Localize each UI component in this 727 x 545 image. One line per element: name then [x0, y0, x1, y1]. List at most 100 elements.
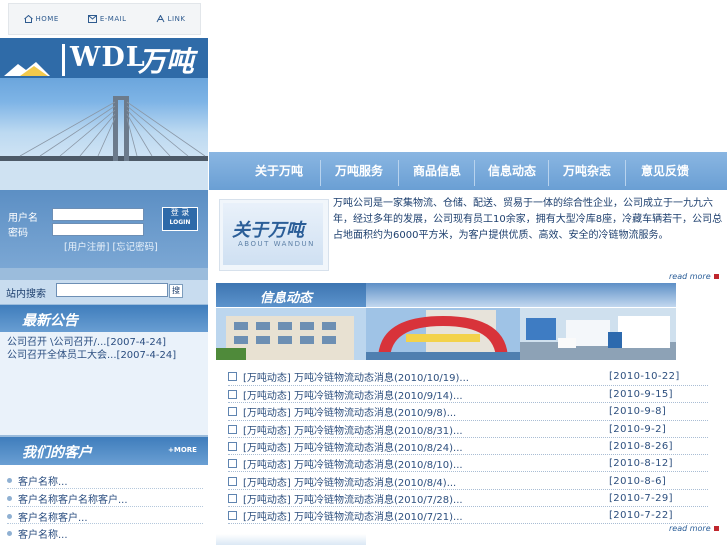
photo-market-arch	[366, 308, 520, 360]
news-item-title: [万吨动态] 万吨冷链物流动态消息(2010/7/21)...	[243, 512, 463, 523]
photo-building	[216, 308, 366, 360]
news-bullet-icon	[228, 372, 237, 381]
news-item-title: [万吨动态] 万吨冷链物流动态消息(2010/8/24)...	[243, 443, 463, 454]
login-button[interactable]: 登 录 LOGIN	[162, 207, 198, 231]
bullet-icon	[7, 496, 12, 501]
nav-magazine[interactable]: 万吨杂志	[550, 158, 624, 184]
news-heading: 信息动态	[260, 291, 313, 306]
news-bullet-icon	[228, 459, 237, 468]
news-item[interactable]: [万吨动态] 万吨冷链物流动态消息(2010/9/14)... [2010-9-1…	[228, 386, 708, 403]
news-item-date: [2010-8-12]	[609, 458, 673, 469]
search-label: 站内搜索	[6, 289, 46, 300]
read-more-label: read more	[669, 524, 711, 533]
photo-trucks	[520, 308, 676, 360]
divider	[7, 506, 203, 507]
divider	[7, 488, 203, 489]
news-item-date: [2010-9-8]	[609, 406, 667, 417]
notice-item[interactable]: 公司召开全体员工大会...[2007-4-24]	[7, 346, 176, 361]
news-item-title: [万吨动态] 万吨冷链物流动态消息(2010/8/4)...	[243, 478, 457, 489]
client-item[interactable]: 客户名称客户...	[7, 509, 88, 524]
link-link-label: LINK	[167, 15, 186, 23]
client-item-label: 客户名称...	[18, 530, 68, 541]
bullet-icon	[7, 478, 12, 483]
nav-separator	[548, 160, 549, 186]
account-links: [用户注册] [忘记密码]	[64, 239, 158, 253]
news-bullet-icon	[228, 494, 237, 503]
notice-header: 最新公告	[0, 305, 208, 333]
news-item[interactable]: [万吨动态] 万吨冷链物流动态消息(2010/8/4)... [2010-8-6]	[228, 473, 708, 490]
login-button-cn: 登 录	[170, 208, 190, 217]
nav-separator	[474, 160, 475, 186]
client-item-label: 客户名称...	[18, 477, 68, 488]
register-link[interactable]: [用户注册]	[64, 242, 109, 253]
search-button[interactable]: 搜	[169, 284, 183, 298]
clients-heading: 我们的客户	[22, 445, 92, 461]
news-item[interactable]: [万吨动态] 万吨冷链物流动态消息(2010/7/28)... [2010-7-2…	[228, 490, 708, 507]
client-item[interactable]: 客户名称...	[7, 526, 68, 541]
news-item-date: [2010-7-29]	[609, 493, 673, 504]
about-read-more[interactable]: read more	[669, 272, 719, 281]
nav-services[interactable]: 万吨服务	[322, 158, 396, 184]
clients-more-link[interactable]: +MORE	[168, 446, 197, 454]
logo-text-latin: WDL	[70, 42, 146, 73]
news-item-date: [2010-10-22]	[609, 371, 680, 382]
about-subtitle: ABOUT WANDUN	[238, 240, 315, 248]
about-title: 关于万吨	[232, 220, 304, 241]
nav-separator	[320, 160, 321, 186]
search-input[interactable]	[56, 283, 168, 297]
bullet-icon	[7, 531, 12, 536]
link-icon	[156, 15, 165, 23]
clients-header: 我们的客户 +MORE	[0, 437, 208, 465]
news-bullet-icon	[228, 442, 237, 451]
notice-heading: 最新公告	[22, 313, 78, 329]
news-bullet-icon	[228, 407, 237, 416]
home-icon	[23, 15, 33, 23]
read-more-label: read more	[669, 272, 711, 281]
password-label: 密码	[8, 228, 28, 239]
news-item[interactable]: [万吨动态] 万吨冷链物流动态消息(2010/7/21)... [2010-7-2…	[228, 507, 708, 524]
news-item-title: [万吨动态] 万吨冷链物流动态消息(2010/8/10)...	[243, 460, 463, 471]
read-more-icon	[713, 274, 719, 279]
nav-feedback[interactable]: 意见反馈	[627, 158, 703, 184]
nav-products[interactable]: 商品信息	[400, 158, 474, 184]
bullet-icon	[7, 514, 12, 519]
news-item[interactable]: [万吨动态] 万吨冷链物流动态消息(2010/10/19)... [2010-10…	[228, 368, 708, 385]
top-link-bar: HOME E-MAIL LINK	[8, 3, 201, 35]
about-text: 万吨公司是一家集物流、仓储、配送、贸易于一体的综合性企业，公司成立于一九九六年，…	[333, 198, 723, 241]
news-item-title: [万吨动态] 万吨冷链物流动态消息(2010/9/8)...	[243, 408, 457, 419]
news-item-title: [万吨动态] 万吨冷链物流动态消息(2010/9/14)...	[243, 391, 463, 402]
client-item[interactable]: 客户名称...	[7, 473, 68, 488]
news-item-date: [2010-8-26]	[609, 441, 673, 452]
news-read-more[interactable]: read more	[669, 524, 719, 533]
client-item-label: 客户名称客户...	[18, 513, 88, 524]
news-item[interactable]: [万吨动态] 万吨冷链物流动态消息(2010/8/10)... [2010-8-1…	[228, 455, 708, 472]
news-item-title: [万吨动态] 万吨冷链物流动态消息(2010/10/19)...	[243, 373, 469, 384]
read-more-icon	[713, 526, 719, 531]
news-header-band	[366, 283, 676, 307]
username-field[interactable]	[52, 208, 144, 221]
news-bullet-icon	[228, 425, 237, 434]
client-item-label: 客户名称客户名称客户...	[18, 495, 128, 506]
news-item[interactable]: [万吨动态] 万吨冷链物流动态消息(2010/8/31)... [2010-9-2…	[228, 421, 708, 438]
nav-news[interactable]: 信息动态	[476, 158, 548, 184]
nav-about[interactable]: 关于万吨	[240, 158, 318, 184]
client-item[interactable]: 客户名称客户名称客户...	[7, 491, 128, 506]
nav-separator	[625, 160, 626, 186]
mail-icon	[87, 15, 97, 23]
news-item[interactable]: [万吨动态] 万吨冷链物流动态消息(2010/9/8)... [2010-9-8]	[228, 403, 708, 420]
notice-item-date: [2007-4-24]	[116, 350, 177, 361]
username-label: 用户名	[8, 213, 38, 224]
news-item-date: [2010-9-2]	[609, 424, 667, 435]
password-field[interactable]	[52, 223, 144, 236]
divider	[228, 523, 708, 524]
news-item-title: [万吨动态] 万吨冷链物流动态消息(2010/8/31)...	[243, 426, 463, 437]
forgot-password-link[interactable]: [忘记密码]	[112, 242, 157, 253]
email-link[interactable]: E-MAIL	[87, 15, 127, 23]
logo-banner: WDL 万吨	[0, 38, 208, 190]
home-link[interactable]: HOME	[23, 15, 59, 23]
news-item[interactable]: [万吨动态] 万吨冷链物流动态消息(2010/8/24)... [2010-8-2…	[228, 438, 708, 455]
home-link-label: HOME	[35, 15, 59, 23]
news-item-title: [万吨动态] 万吨冷链物流动态消息(2010/7/28)...	[243, 495, 463, 506]
news-bullet-icon	[228, 390, 237, 399]
link-link[interactable]: LINK	[156, 15, 186, 23]
